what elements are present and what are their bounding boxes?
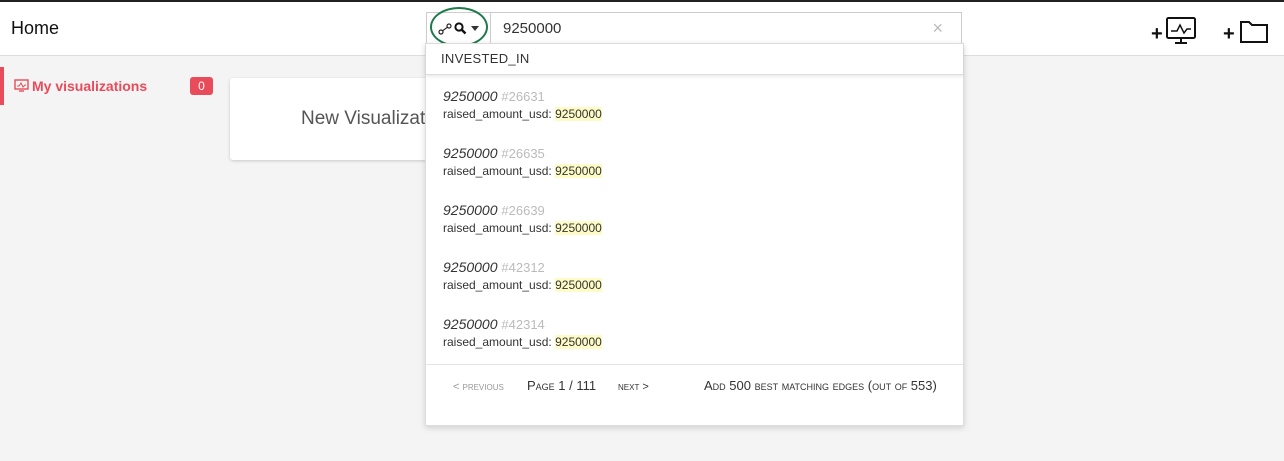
add-folder-icon: [1240, 21, 1268, 43]
list-item[interactable]: 9250000 #26639 raised_amount_usd: 925000…: [426, 202, 963, 259]
result-value: 9250000: [555, 164, 602, 178]
result-id: #26635: [501, 146, 545, 161]
result-detail: raised_amount_usd: 9250000: [443, 278, 963, 292]
dropdown-header: INVESTED_IN: [426, 44, 963, 75]
result-value: 9250000: [555, 221, 602, 235]
search-type-selector[interactable]: [426, 7, 490, 47]
result-title: 9250000 #42314: [443, 316, 963, 335]
results-list: 9250000 #26631 raised_amount_usd: 925000…: [426, 88, 963, 373]
search-results-dropdown: INVESTED_IN 9250000 #26631 raised_amount…: [425, 43, 964, 426]
new-visualization-card[interactable]: New Visualization: [230, 78, 450, 160]
search-field[interactable]: ×: [490, 12, 962, 45]
result-value: 9250000: [555, 107, 602, 121]
result-detail: raised_amount_usd: 9250000: [443, 221, 963, 235]
list-item[interactable]: 9250000 #26635 raised_amount_usd: 925000…: [426, 145, 963, 202]
result-field: raised_amount_usd:: [443, 335, 552, 349]
monitor-icon: [14, 79, 29, 92]
close-icon[interactable]: ×: [932, 18, 943, 39]
result-value: 9250000: [555, 335, 602, 349]
page-title: Home: [11, 18, 60, 38]
result-title: 9250000 #26639: [443, 202, 963, 221]
result-field: raised_amount_usd:: [443, 107, 552, 121]
result-detail: raised_amount_usd: 9250000: [443, 164, 963, 178]
result-detail: raised_amount_usd: 9250000: [443, 335, 963, 349]
next-page-link[interactable]: next >: [618, 381, 649, 393]
result-id: #26631: [501, 89, 545, 104]
result-title: 9250000 #26635: [443, 145, 963, 164]
result-title-value: 9250000: [443, 145, 498, 161]
add-visualization-icon: [1166, 17, 1196, 44]
result-id: #42314: [501, 317, 545, 332]
page-indicator: Page 1 / 111: [527, 378, 597, 393]
add-edges-link[interactable]: Add 500 best matching edges (out of 553): [704, 378, 937, 393]
pagination-footer: < previous Page 1 / 111 next > Add 500 b…: [426, 364, 963, 426]
count-badge: 0: [190, 77, 213, 95]
add-folder-button[interactable]: +: [1223, 16, 1269, 46]
highlight-ring: [430, 7, 488, 47]
list-item[interactable]: 9250000 #42312 raised_amount_usd: 925000…: [426, 259, 963, 316]
add-visualization-button[interactable]: +: [1151, 16, 1201, 46]
result-title: 9250000 #26631: [443, 88, 963, 107]
result-field: raised_amount_usd:: [443, 221, 552, 235]
result-title-value: 9250000: [443, 259, 498, 275]
sidebar-item-label: My visualizations: [32, 78, 148, 94]
search-input[interactable]: [491, 13, 911, 44]
list-item[interactable]: 9250000 #26631 raised_amount_usd: 925000…: [426, 88, 963, 145]
previous-page-link[interactable]: < previous: [453, 381, 504, 393]
result-title-value: 9250000: [443, 202, 498, 218]
sidebar-item-my-visualizations[interactable]: My visualizations: [0, 67, 222, 105]
result-title-value: 9250000: [443, 316, 498, 332]
result-field: raised_amount_usd:: [443, 164, 552, 178]
result-id: #26639: [501, 203, 545, 218]
result-title: 9250000 #42312: [443, 259, 963, 278]
result-id: #42312: [501, 260, 545, 275]
result-field: raised_amount_usd:: [443, 278, 552, 292]
result-value: 9250000: [555, 278, 602, 292]
result-title-value: 9250000: [443, 88, 498, 104]
result-detail: raised_amount_usd: 9250000: [443, 107, 963, 121]
